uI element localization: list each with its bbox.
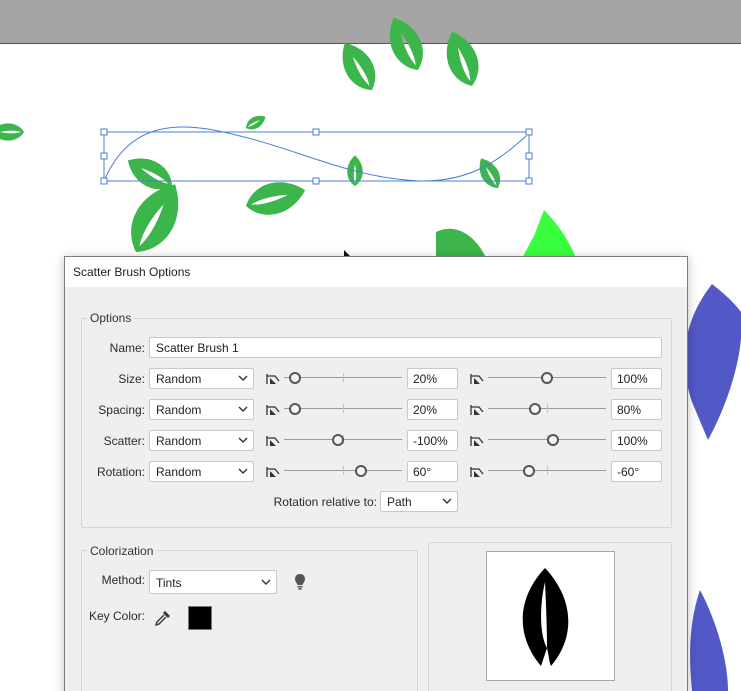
leaf-shape <box>380 11 432 77</box>
rotation-max-field[interactable]: -60° <box>611 461 662 482</box>
pin-icon <box>266 467 280 477</box>
pin-icon <box>470 405 484 415</box>
eyedropper-icon[interactable] <box>154 609 172 627</box>
scatter-label: Scatter: <box>103 434 145 448</box>
leaf-preview-icon <box>522 568 569 666</box>
colorization-group-label: Colorization <box>87 544 157 558</box>
pin-icon <box>266 374 280 384</box>
spacing-min-slider[interactable] <box>284 403 402 415</box>
slider-knob[interactable] <box>288 372 301 384</box>
rotation-min-slider[interactable] <box>284 465 402 477</box>
spacing-max-slider[interactable] <box>488 403 606 415</box>
scatter-mode-select[interactable]: Random <box>149 430 254 451</box>
pin-icon <box>470 374 484 384</box>
chevron-down-icon <box>238 437 248 443</box>
rotation-min-field[interactable]: 60° <box>407 461 458 482</box>
leaf-shape <box>332 35 384 97</box>
app-window: Scatter Brush Options Options Name: Scat… <box>0 0 741 691</box>
leaf-shape <box>0 123 24 141</box>
slider-knob[interactable] <box>529 403 542 415</box>
chevron-down-icon <box>261 579 271 585</box>
brush-preview <box>486 551 615 681</box>
name-label: Name: <box>109 341 145 355</box>
slider-knob[interactable] <box>541 372 553 384</box>
leaf-shape <box>473 154 506 193</box>
pin-icon <box>470 436 484 446</box>
scatter-mode-value: Random <box>156 434 202 448</box>
method-value: Tints <box>156 576 182 590</box>
leaf-shape <box>438 26 486 92</box>
scatter-max-field[interactable]: 100% <box>611 430 662 451</box>
rotation-relative-label: Rotation relative to: <box>273 495 377 509</box>
method-select[interactable]: Tints <box>149 570 277 594</box>
leaf-shape <box>522 210 576 258</box>
rotation-relative-select[interactable]: Path <box>380 491 458 512</box>
chevron-down-icon <box>238 375 248 381</box>
slider-knob[interactable] <box>523 465 536 477</box>
size-min-field[interactable]: 20% <box>407 368 458 389</box>
name-field[interactable]: Scatter Brush 1 <box>149 337 662 358</box>
scatter-min-slider[interactable] <box>284 434 402 446</box>
spacing-max-field[interactable]: 80% <box>611 399 662 420</box>
slider-knob[interactable] <box>288 403 301 415</box>
method-label: Method: <box>101 573 145 587</box>
chevron-down-icon <box>442 498 452 504</box>
slider-knob[interactable] <box>332 434 345 446</box>
size-max-field[interactable]: 100% <box>611 368 662 389</box>
lightbulb-icon[interactable] <box>294 573 306 591</box>
scatter-max-slider[interactable] <box>488 434 606 446</box>
chevron-down-icon <box>238 406 248 412</box>
pin-icon <box>266 405 280 415</box>
size-mode-select[interactable]: Random <box>149 368 254 389</box>
leaf-shape <box>241 175 310 222</box>
blue-leaf-shape <box>684 284 741 440</box>
size-mode-value: Random <box>156 372 202 386</box>
pin-icon <box>470 467 484 477</box>
spacing-mode-select[interactable]: Random <box>149 399 254 420</box>
slider-knob[interactable] <box>546 434 559 446</box>
rotation-label: Rotation: <box>96 465 145 479</box>
slider-knob[interactable] <box>354 465 367 477</box>
rotation-max-slider[interactable] <box>488 465 606 477</box>
spacing-min-field[interactable]: 20% <box>407 399 458 420</box>
size-min-slider[interactable] <box>284 372 402 384</box>
size-label: Size: <box>118 372 145 386</box>
chevron-down-icon <box>238 468 248 474</box>
key-color-swatch[interactable] <box>188 606 212 630</box>
scatter-min-field[interactable]: -100% <box>407 430 458 451</box>
leaf-shape <box>243 111 269 133</box>
rotation-mode-select[interactable]: Random <box>149 461 254 482</box>
pin-icon <box>266 436 280 446</box>
key-color-label: Key Color: <box>88 609 145 623</box>
dialog-title: Scatter Brush Options <box>65 257 687 287</box>
rotation-relative-value: Path <box>387 495 412 509</box>
spacing-label: Spacing: <box>98 403 145 417</box>
options-group-label: Options <box>87 311 135 325</box>
blue-leaf-shape <box>690 590 728 691</box>
leaf-shape <box>436 228 486 258</box>
size-max-slider[interactable] <box>488 372 606 384</box>
spacing-mode-value: Random <box>156 403 202 417</box>
rotation-mode-value: Random <box>156 465 202 479</box>
scatter-brush-options-dialog: Scatter Brush Options Options Name: Scat… <box>64 256 688 691</box>
